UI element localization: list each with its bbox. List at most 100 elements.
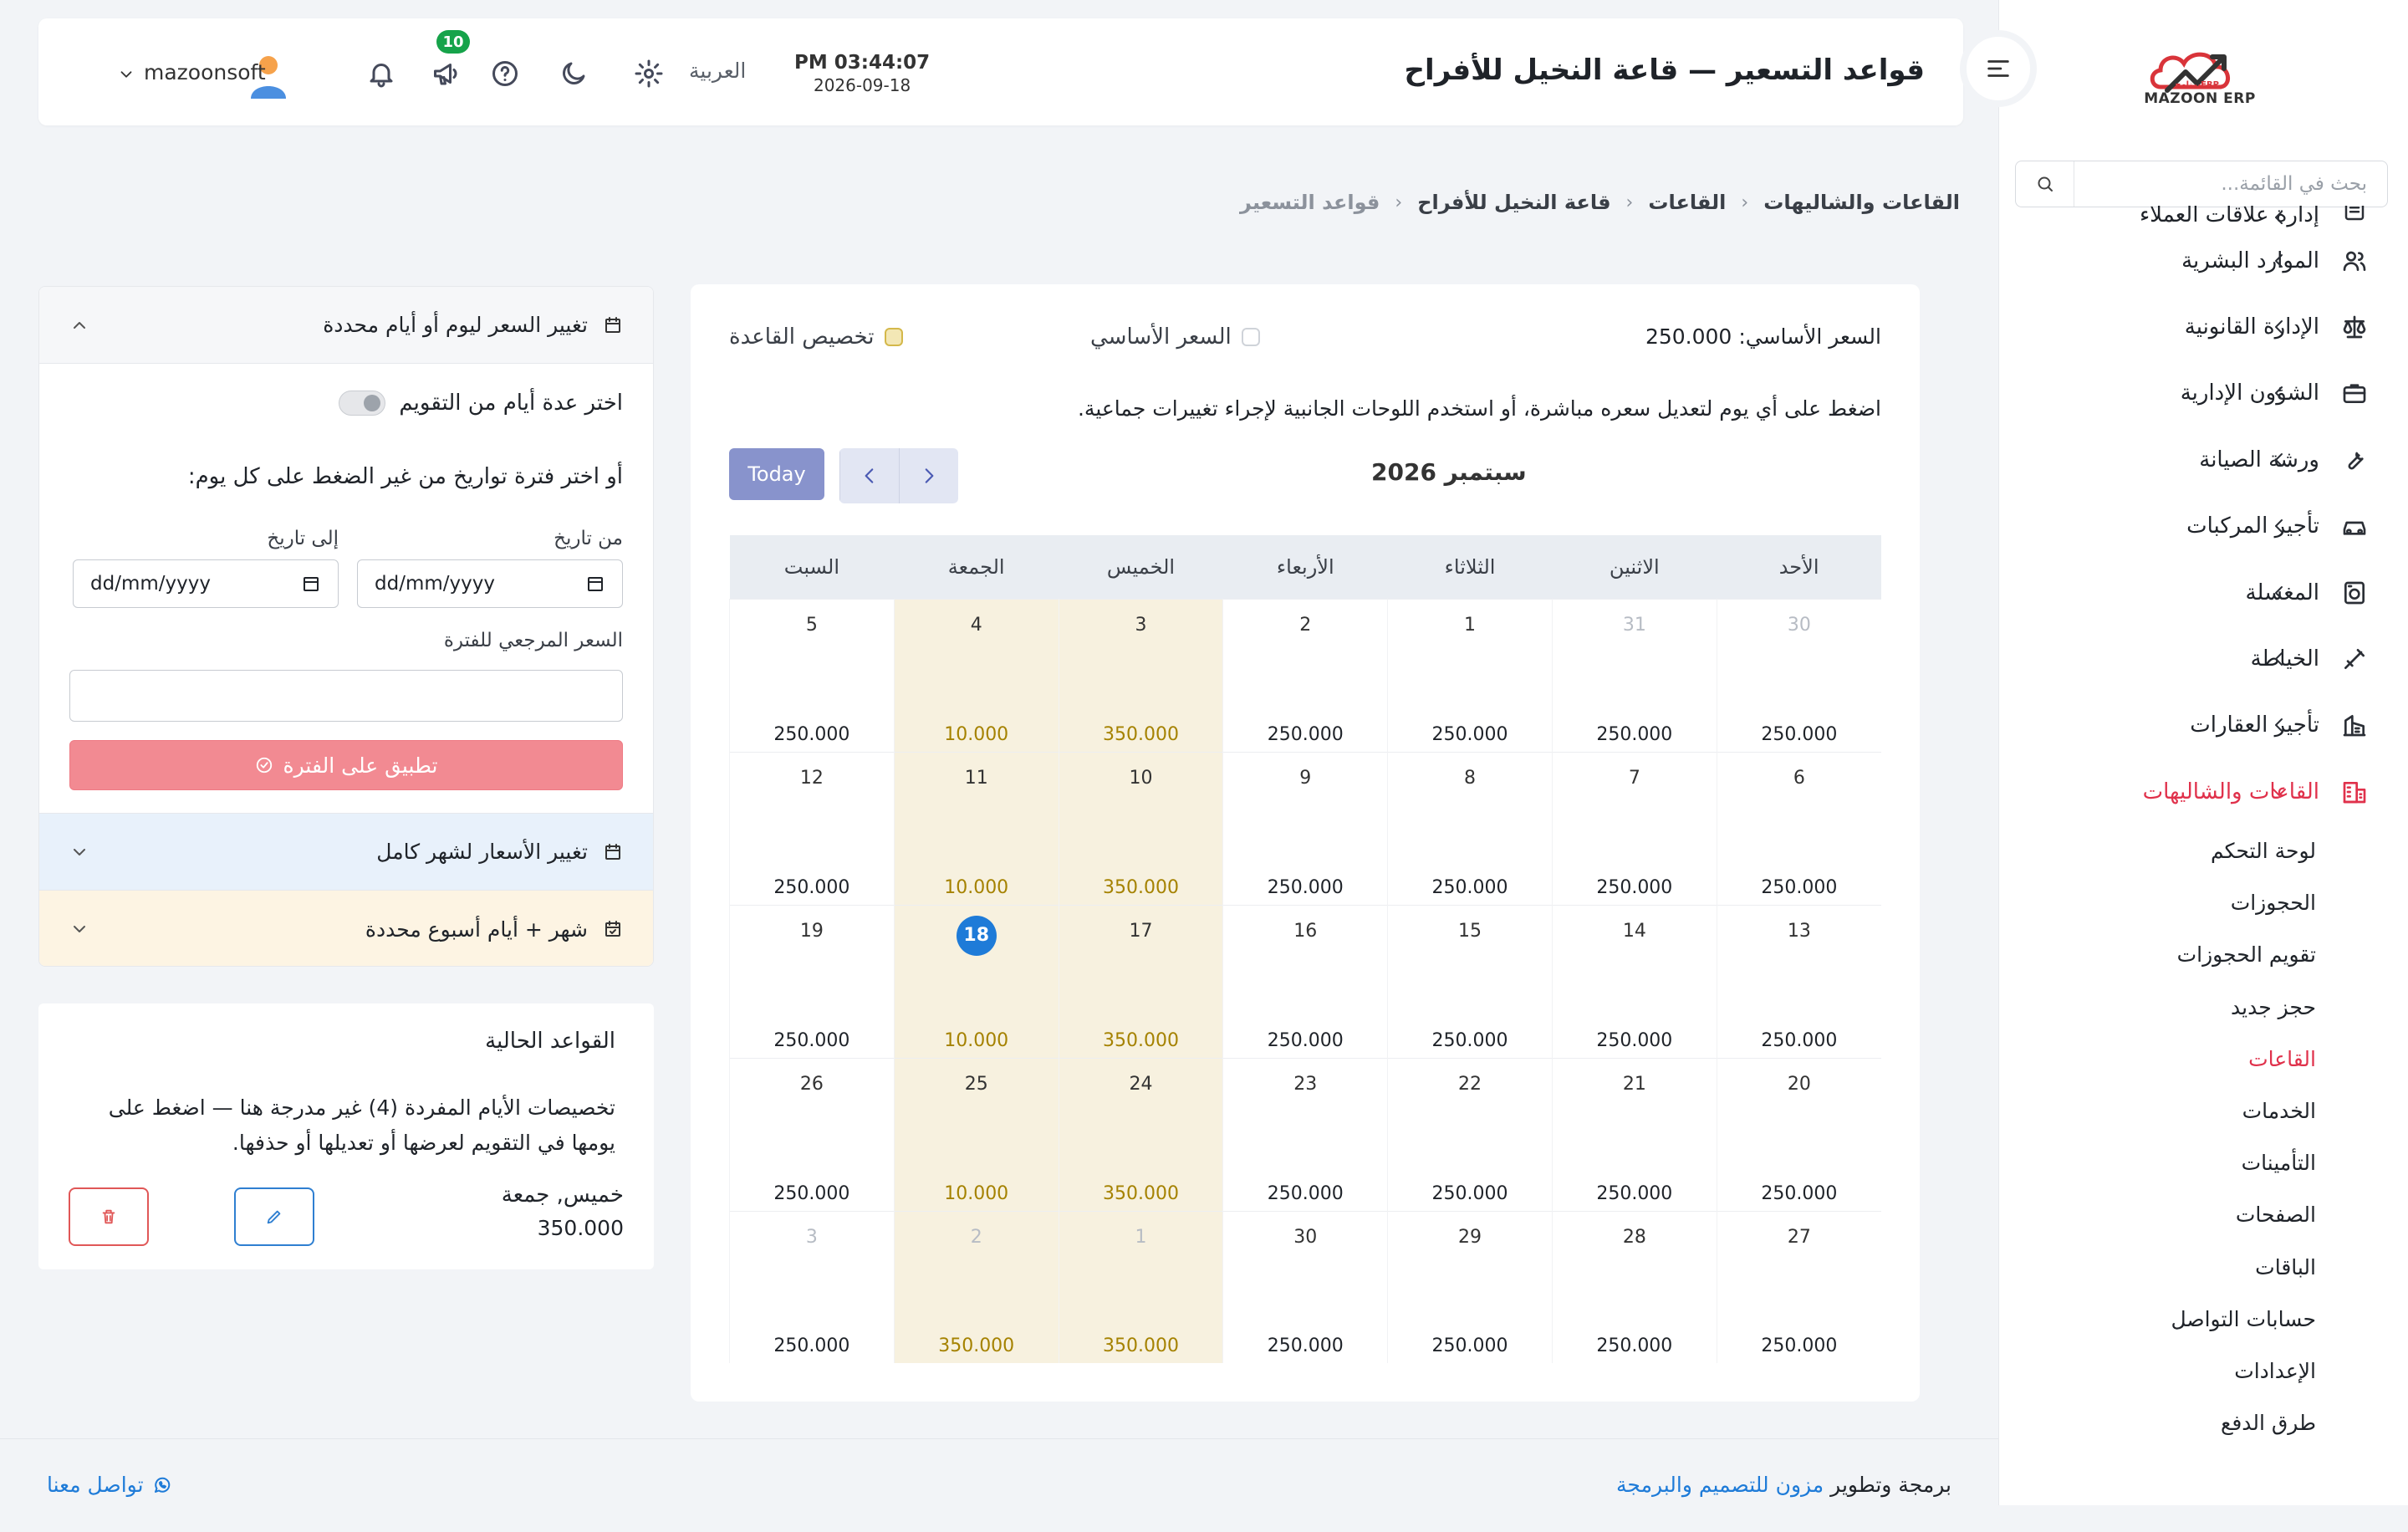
calendar-day-cell[interactable]: 11 10.000 <box>893 751 1059 905</box>
calendar-day-cell[interactable]: 17 350.000 <box>1058 904 1223 1058</box>
sidebar-item-vehicles[interactable]: تأجير المركبات <box>1998 493 2408 559</box>
sidebar-subitem[interactable]: التأمينات <box>1998 1137 2408 1189</box>
day-number: 2 <box>1299 614 1312 636</box>
sidebar-item-tailoring[interactable]: الخياطة <box>1998 626 2408 692</box>
sidebar-item-legal[interactable]: الإدارة القانونية <box>1998 294 2408 360</box>
apply-range-button[interactable]: تطبيق على الفترة <box>69 740 623 790</box>
accordion-full-month[interactable]: تغيير الأسعار لشهر كامل <box>39 814 653 891</box>
sidebar-subitem[interactable]: حجز جديد <box>1998 981 2408 1033</box>
calendar-day-cell[interactable]: 28 250.000 <box>1551 1210 1717 1363</box>
sidebar-subitem[interactable]: حسابات التواصل <box>1998 1293 2408 1345</box>
chevron-down-icon[interactable] <box>117 65 135 84</box>
calendar-day-cell[interactable]: 8 250.000 <box>1387 751 1553 905</box>
calendar-day-cell[interactable]: 23 250.000 <box>1222 1057 1388 1211</box>
sidebar-search-input[interactable] <box>2074 161 2387 207</box>
language-switch[interactable]: العربية <box>689 59 746 83</box>
calendar-icon[interactable] <box>301 574 321 594</box>
breadcrumb-item[interactable]: قاعة النخيل للأفراح <box>1417 191 1610 214</box>
sidebar-subitem[interactable]: طرق الدفع <box>1998 1397 2408 1449</box>
sidebar-item-hr[interactable]: الموارد البشرية <box>1998 227 2408 294</box>
accordion-month-weekdays[interactable]: شهر + أيام أسبوع محددة <box>39 891 653 966</box>
bell-icon[interactable] <box>363 55 400 92</box>
sidebar-subitem[interactable]: تقويم الحجوزات <box>1998 929 2408 981</box>
date-placeholder: dd/mm/yyyy <box>90 573 211 595</box>
sidebar-subitem[interactable]: الباقات <box>1998 1241 2408 1293</box>
help-icon[interactable] <box>487 55 523 92</box>
calendar-day-cell[interactable]: 13 250.000 <box>1716 904 1881 1058</box>
delete-rule-button[interactable] <box>69 1187 149 1246</box>
calendar-day-cell[interactable]: 18 10.000 <box>893 904 1059 1058</box>
calendar-day-cell[interactable]: 2 250.000 <box>1222 598 1388 752</box>
calendar-day-cell[interactable]: 31 250.000 <box>1551 598 1717 752</box>
sidebar-collapse-button[interactable] <box>1960 30 2037 107</box>
logo-subtext: ERPبرنامج <box>2175 80 2219 89</box>
breadcrumb-item[interactable]: القاعات والشاليهات <box>1763 191 1960 214</box>
notifications-badge: 10 <box>436 30 470 54</box>
calendar-day-cell[interactable]: 2 350.000 <box>893 1210 1059 1363</box>
calendar-day-cell[interactable]: 30 250.000 <box>1222 1210 1388 1363</box>
calendar-day-cell[interactable]: 6 250.000 <box>1716 751 1881 905</box>
multi-select-toggle-row: اختر عدة أيام من التقويم <box>339 391 623 416</box>
ref-price-input[interactable] <box>69 670 623 722</box>
calendar-day-cell[interactable]: 9 250.000 <box>1222 751 1388 905</box>
footer: برمجة وتطوير مزون للتصميم والبرمجة تواصل… <box>0 1438 1998 1532</box>
sidebar-item-realestate[interactable]: تأجير العقارات <box>1998 692 2408 758</box>
accordion-specific-days[interactable]: تغيير السعر ليوم أو أيام محددة <box>39 287 653 364</box>
day-price: 350.000 <box>1102 1335 1179 1356</box>
calendar-day-cell[interactable]: 3 350.000 <box>1058 598 1223 752</box>
calendar-icon[interactable] <box>585 574 605 594</box>
calendar-day-cell[interactable]: 20 250.000 <box>1716 1057 1881 1211</box>
moon-icon[interactable] <box>555 55 592 92</box>
next-month-button[interactable] <box>839 448 899 503</box>
day-price: 250.000 <box>1596 723 1673 745</box>
sidebar-subitem[interactable]: الخدمات <box>1998 1085 2408 1136</box>
to-date-input[interactable]: dd/mm/yyyy <box>73 559 339 608</box>
gear-icon[interactable] <box>630 55 667 92</box>
from-date-input[interactable]: dd/mm/yyyy <box>357 559 623 608</box>
sidebar-item-admin[interactable]: الشؤون الإدارية <box>1998 360 2408 426</box>
calendar-day-cell[interactable]: 19 250.000 <box>729 904 895 1058</box>
calendar-day-cell[interactable]: 10 350.000 <box>1058 751 1223 905</box>
calendar-day-cell[interactable]: 26 250.000 <box>729 1057 895 1211</box>
calendar-day-cell[interactable]: 16 250.000 <box>1222 904 1388 1058</box>
sidebar-subitem[interactable]: الصفحات <box>1998 1189 2408 1241</box>
contact-us-link[interactable]: تواصل معنا <box>47 1473 172 1497</box>
calendar-day-cell[interactable]: 12 250.000 <box>729 751 895 905</box>
sidebar-subitem[interactable]: الإعدادات <box>1998 1345 2408 1397</box>
calendar-day-cell[interactable]: 24 350.000 <box>1058 1057 1223 1211</box>
calendar-icon <box>605 843 620 860</box>
calendar-day-cell[interactable]: 7 250.000 <box>1551 751 1717 905</box>
search-icon[interactable] <box>2016 161 2074 207</box>
calendar-day-cell[interactable]: 29 250.000 <box>1387 1210 1553 1363</box>
calendar-day-cell[interactable]: 15 250.000 <box>1387 904 1553 1058</box>
sidebar-item-workshop[interactable]: ورشة الصيانة <box>1998 426 2408 493</box>
calendar-day-cell[interactable]: 4 10.000 <box>893 598 1059 752</box>
sidebar-subitem[interactable]: القاعات <box>1998 1033 2408 1085</box>
sidebar-subitem[interactable]: الحجوزات <box>1998 877 2408 929</box>
chevron-down-icon <box>2273 788 2286 796</box>
calendar-day-cell[interactable]: 1 250.000 <box>1387 598 1553 752</box>
day-number: 21 <box>1622 1073 1646 1095</box>
calendar-day-cell[interactable]: 5 250.000 <box>729 598 895 752</box>
calendar-day-cell[interactable]: 25 10.000 <box>893 1057 1059 1211</box>
calendar-day-cell[interactable]: 21 250.000 <box>1551 1057 1717 1211</box>
calendar-day-cell[interactable]: 3 250.000 <box>729 1210 895 1363</box>
users-icon <box>2338 244 2371 278</box>
multi-select-toggle[interactable] <box>339 391 386 416</box>
calendar-day-cell[interactable]: 22 250.000 <box>1387 1057 1553 1211</box>
calendar-day-cell[interactable]: 30 250.000 <box>1716 598 1881 752</box>
calendar-day-cell[interactable]: 14 250.000 <box>1551 904 1717 1058</box>
calendar-day-cell[interactable]: 1 350.000 <box>1058 1210 1223 1363</box>
megaphone-icon[interactable]: 10 <box>428 30 470 92</box>
today-button[interactable]: Today <box>729 448 824 500</box>
username[interactable]: mazoonsoft <box>144 60 266 84</box>
sidebar-item-laundry[interactable]: المغسلة <box>1998 559 2408 626</box>
sidebar-subitem[interactable]: لوحة التحكم <box>1998 825 2408 877</box>
calendar-day-cell[interactable]: 27 250.000 <box>1716 1210 1881 1363</box>
prev-month-button[interactable] <box>899 448 958 503</box>
credit-link[interactable]: مزون للتصميم والبرمجة <box>1616 1473 1824 1497</box>
edit-rule-button[interactable] <box>234 1187 314 1246</box>
sidebar-item-halls[interactable]: القاعات والشاليهات <box>1998 758 2408 825</box>
sidebar-item-crm[interactable]: إدارة علاقات العملاء <box>1998 206 2408 227</box>
breadcrumb-item[interactable]: القاعات <box>1648 191 1726 214</box>
